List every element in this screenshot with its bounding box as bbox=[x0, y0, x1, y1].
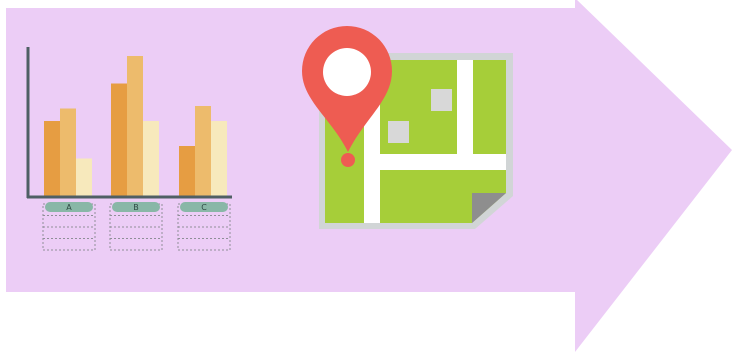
bar-c-2 bbox=[195, 106, 211, 196]
bar-a-3 bbox=[76, 158, 92, 196]
infographic-svg: A B C bbox=[6, 0, 732, 352]
bar-b-2 bbox=[127, 56, 143, 196]
bar-c-1 bbox=[179, 146, 195, 196]
infographic-canvas: A B C bbox=[0, 0, 732, 352]
bar-c-3 bbox=[211, 121, 227, 196]
bar-b-3 bbox=[143, 121, 159, 196]
bar-a-2 bbox=[60, 108, 76, 196]
pin-hole bbox=[323, 48, 371, 96]
category-label-c: C bbox=[201, 203, 207, 212]
bar-b-1 bbox=[111, 83, 127, 196]
map-building-1 bbox=[431, 89, 452, 111]
category-label-a: A bbox=[66, 203, 72, 212]
pin-dot bbox=[341, 153, 355, 167]
map-building-2 bbox=[388, 121, 409, 143]
map-road-vertical-right bbox=[457, 60, 473, 160]
category-label-b: B bbox=[133, 203, 139, 212]
bar-a-1 bbox=[44, 121, 60, 196]
map-road-horizontal bbox=[364, 154, 506, 170]
